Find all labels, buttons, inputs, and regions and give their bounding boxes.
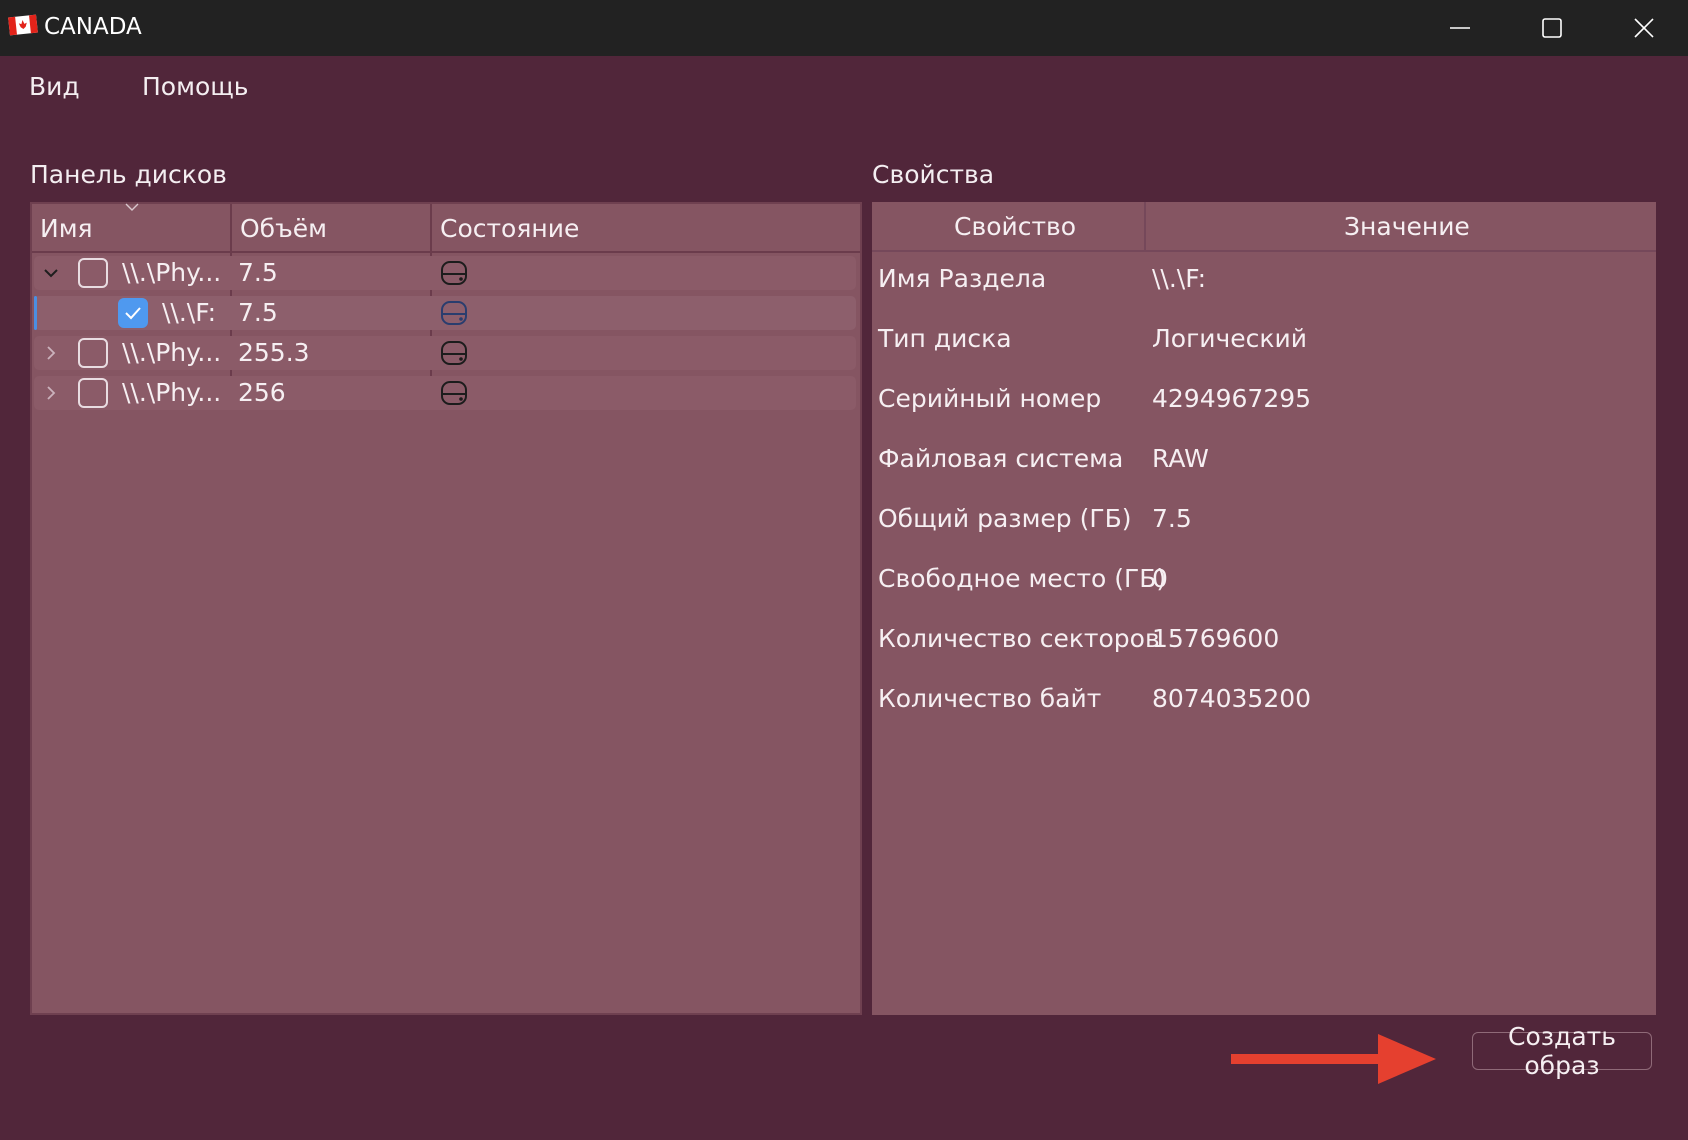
properties-table[interactable]: Свойство Значение Имя Раздела \\.\F: Тип… [872,202,1656,1015]
menu-view[interactable]: Вид [29,72,80,101]
property-value: 0 [1152,564,1168,593]
disk-size: 7.5 [238,258,278,287]
properties-title: Свойства [872,160,995,189]
property-name: Серийный номер [878,384,1102,413]
disk-panel-title: Панель дисков [30,160,227,189]
property-value: Логический [1152,324,1307,353]
chevron-right-icon[interactable] [42,344,60,362]
property-value: 8074035200 [1152,684,1312,713]
menu-help[interactable]: Помощь [142,72,249,101]
arrow-right-icon [1231,1034,1436,1084]
chevron-down-icon[interactable] [42,264,60,282]
row-checkbox-checked[interactable] [118,298,148,328]
header-divider [32,251,860,253]
partition-size: 7.5 [238,298,278,327]
close-icon [1634,18,1654,38]
property-name: Общий размер (ГБ) [878,504,1132,533]
drive-icon [441,261,467,285]
column-separator[interactable] [1144,202,1146,250]
title-bar: CANADA [0,0,1688,56]
property-name: Файловая система [878,444,1124,473]
row-checkbox[interactable] [78,338,108,368]
property-value: 15769600 [1152,624,1280,653]
column-header-property[interactable]: Свойство [954,212,1076,241]
property-value: RAW [1152,444,1209,473]
disk-name: \\.\Phy... [122,378,222,407]
maximize-icon [1542,18,1562,38]
property-name: Имя Раздела [878,264,1047,293]
menu-bar [0,56,1688,116]
sort-caret-icon [125,203,139,211]
property-value: 7.5 [1152,504,1192,533]
property-value: 4294967295 [1152,384,1312,413]
minimize-icon [1450,27,1470,29]
disk-size: 255.3 [238,338,310,367]
close-button[interactable] [1598,0,1688,56]
selection-indicator [34,296,37,330]
column-header-size[interactable]: Объём [240,214,327,243]
partition-name: \\.\F: [162,298,217,327]
minimize-button[interactable] [1414,0,1506,56]
column-header-value[interactable]: Значение [1344,212,1470,241]
row-checkbox[interactable] [78,258,108,288]
window-title: CANADA [44,14,142,40]
disk-name: \\.\Phy... [122,338,222,367]
column-header-label: Имя [40,214,93,243]
disk-name: \\.\Phy... [122,258,222,287]
property-name: Свободное место (ГБ) [878,564,1167,593]
drive-icon [441,381,467,405]
property-name: Тип диска [878,324,1012,353]
column-header-status[interactable]: Состояние [440,214,579,243]
canada-flag-icon [8,14,38,36]
maximize-button[interactable] [1506,0,1598,56]
checkmark-icon [125,307,141,320]
property-value: \\.\F: [1152,264,1207,293]
create-image-button[interactable]: Создать образ [1472,1022,1652,1080]
chevron-right-icon[interactable] [42,384,60,402]
property-name: Количество секторов [878,624,1160,653]
row-checkbox[interactable] [78,378,108,408]
properties-header: Свойство Значение [872,202,1656,252]
property-name: Количество байт [878,684,1102,713]
disk-tree[interactable]: Имя Объём Состояние \\.\Phy... 7.5 \\.\F… [30,202,862,1015]
drive-icon [441,341,467,365]
disk-size: 256 [238,378,286,407]
drive-icon [441,301,467,325]
